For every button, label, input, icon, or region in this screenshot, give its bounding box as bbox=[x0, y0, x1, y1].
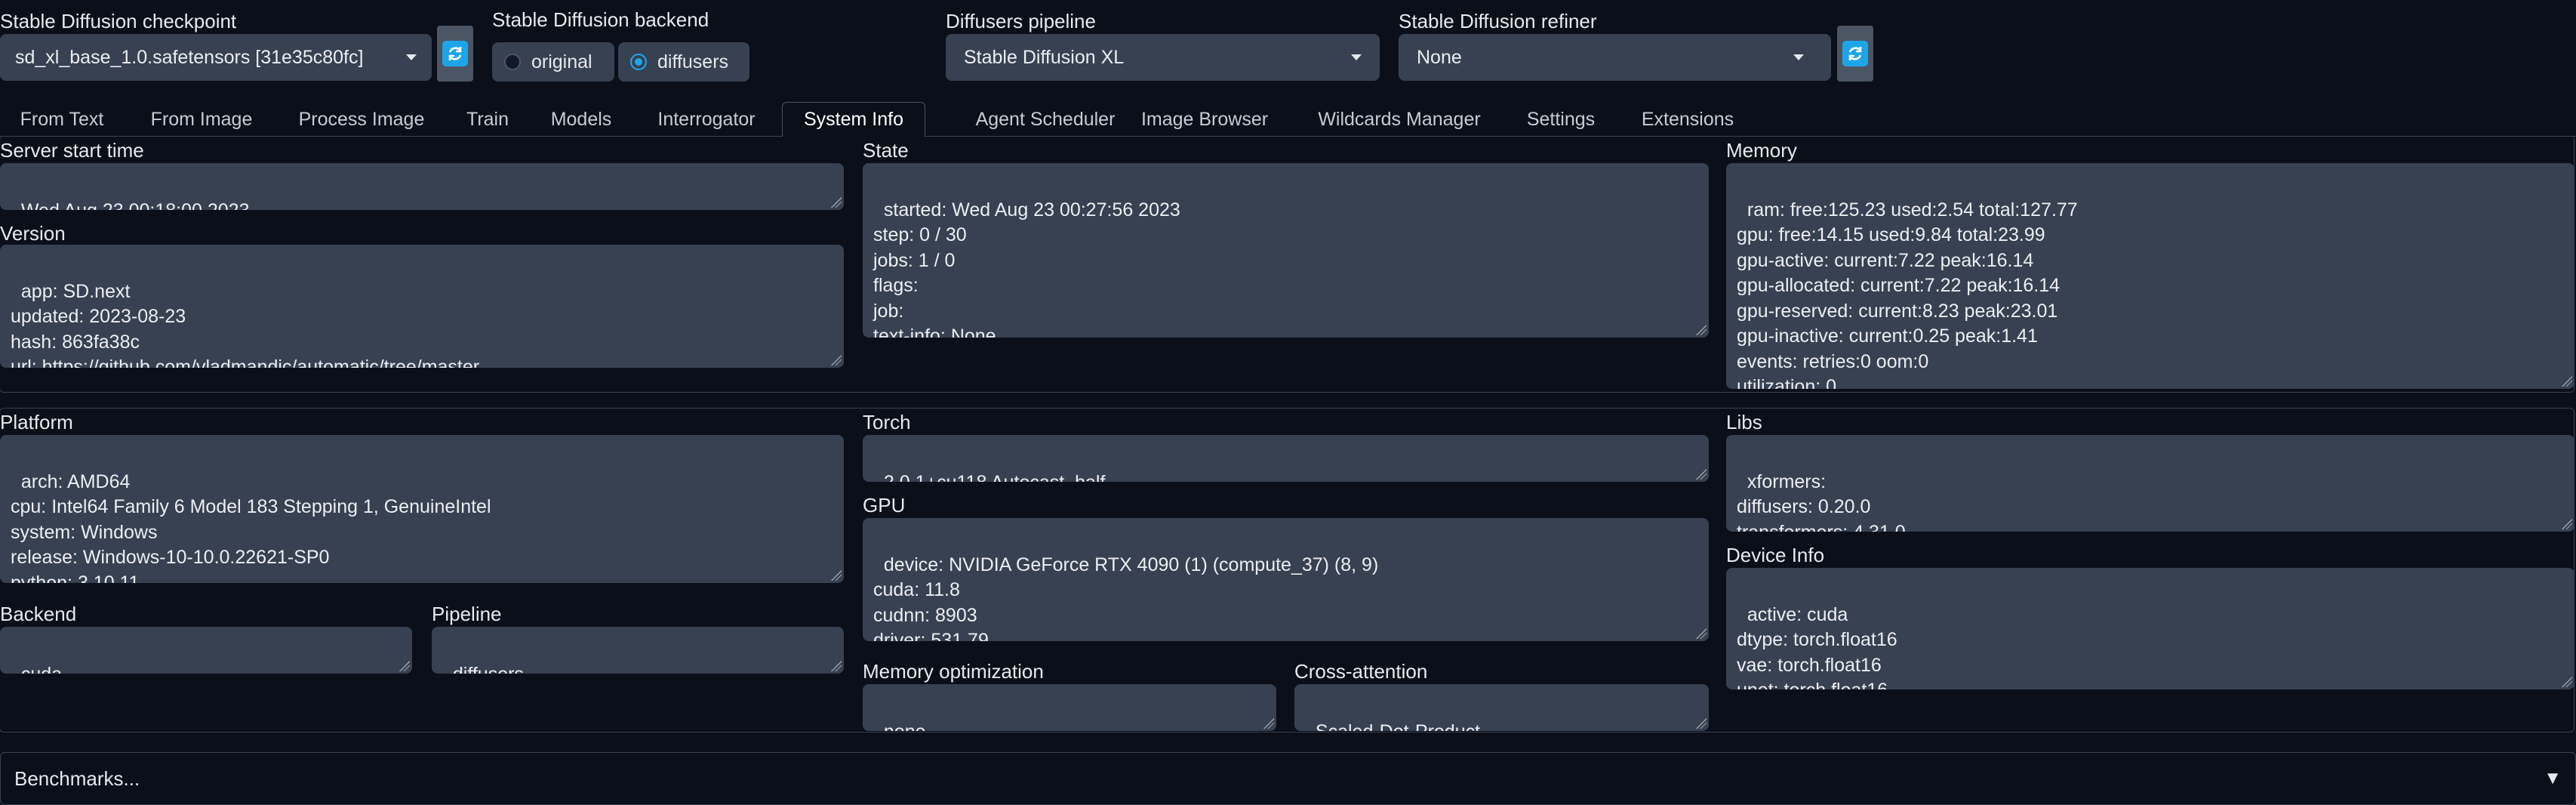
resize-grip-icon[interactable] bbox=[1694, 323, 1707, 335]
state-label: State bbox=[863, 139, 909, 162]
resize-grip-icon[interactable] bbox=[829, 196, 842, 208]
resize-grip-icon[interactable] bbox=[1262, 717, 1274, 729]
checkpoint-label: Stable Diffusion checkpoint bbox=[0, 10, 237, 32]
memory-optimization-value: none bbox=[884, 721, 926, 731]
cross-attention-field[interactable]: Scaled-Dot-Product bbox=[1294, 684, 1709, 731]
resize-grip-icon[interactable] bbox=[398, 659, 410, 671]
tab-from-image[interactable]: From Image bbox=[131, 102, 272, 137]
backend-option-label: diffusers bbox=[657, 51, 729, 72]
version-label: Version bbox=[0, 222, 66, 245]
backend-label: Stable Diffusion backend bbox=[492, 8, 709, 31]
libs-value: xformers: diffusers: 0.20.0 transformers… bbox=[1737, 470, 1906, 532]
device-info-label: Device Info bbox=[1726, 544, 1825, 566]
device-info-field[interactable]: active: cuda dtype: torch.float16 vae: t… bbox=[1726, 568, 2574, 689]
radio-checked-icon bbox=[630, 54, 647, 70]
refresh-icon bbox=[1842, 41, 1868, 66]
tab-wildcards-manager[interactable]: Wildcards Manager bbox=[1301, 102, 1497, 137]
torch-field[interactable]: 2.0.1+cu118 Autocast half bbox=[863, 435, 1709, 482]
platform-field[interactable]: arch: AMD64 cpu: Intel64 Family 6 Model … bbox=[0, 435, 844, 583]
state-value: started: Wed Aug 23 00:27:56 2023 step: … bbox=[873, 199, 1180, 338]
tab-process-image[interactable]: Process Image bbox=[281, 102, 442, 137]
resize-grip-icon[interactable] bbox=[829, 353, 842, 365]
device-info-value: active: cuda dtype: torch.float16 vae: t… bbox=[1737, 603, 1897, 690]
libs-field[interactable]: xformers: diffusers: 0.20.0 transformers… bbox=[1726, 435, 2574, 532]
gpu-value: device: NVIDIA GeForce RTX 4090 (1) (com… bbox=[873, 554, 1379, 642]
resize-grip-icon[interactable] bbox=[829, 659, 842, 671]
gpu-field[interactable]: device: NVIDIA GeForce RTX 4090 (1) (com… bbox=[863, 518, 1709, 641]
resize-grip-icon[interactable] bbox=[829, 569, 842, 581]
refresh-icon bbox=[442, 41, 468, 66]
resize-grip-icon[interactable] bbox=[1694, 467, 1707, 480]
tab-extensions[interactable]: Extensions bbox=[1624, 102, 1751, 137]
backend-info-label: Backend bbox=[0, 603, 77, 625]
torch-value: 2.0.1+cu118 Autocast half bbox=[884, 472, 1106, 482]
backend-option-diffusers[interactable]: diffusers bbox=[618, 42, 749, 82]
pipeline-dropdown[interactable]: Stable Diffusion XL bbox=[946, 34, 1380, 81]
chevron-down-icon bbox=[1793, 54, 1804, 60]
pipeline-info-value: diffusers bbox=[453, 664, 524, 674]
gpu-label: GPU bbox=[863, 494, 906, 517]
radio-icon bbox=[504, 54, 521, 70]
backend-info-value: cuda bbox=[21, 664, 62, 674]
tab-from-text[interactable]: From Text bbox=[0, 102, 124, 137]
backend-info-field[interactable]: cuda bbox=[0, 627, 412, 674]
version-field[interactable]: app: SD.next updated: 2023-08-23 hash: 8… bbox=[0, 245, 844, 368]
pipeline-label: Diffusers pipeline bbox=[946, 10, 1096, 32]
platform-label: Platform bbox=[0, 411, 73, 433]
server-start-time-label: Server start time bbox=[0, 139, 144, 162]
tab-image-browser[interactable]: Image Browser bbox=[1122, 102, 1288, 137]
memory-optimization-field[interactable]: none bbox=[863, 684, 1276, 731]
resize-grip-icon[interactable] bbox=[2560, 375, 2572, 387]
refiner-dropdown[interactable]: None bbox=[1399, 34, 1831, 81]
libs-label: Libs bbox=[1726, 411, 1762, 433]
cross-attention-value: Scaled-Dot-Product bbox=[1316, 721, 1480, 731]
main-tabs: From Text From Image Process Image Train… bbox=[0, 102, 2576, 137]
pipeline-value: Stable Diffusion XL bbox=[964, 46, 1125, 68]
benchmarks-accordion[interactable]: Benchmarks... ▼ bbox=[0, 752, 2576, 805]
tab-settings[interactable]: Settings bbox=[1508, 102, 1614, 137]
resize-grip-icon[interactable] bbox=[1694, 717, 1707, 729]
platform-value: arch: AMD64 cpu: Intel64 Family 6 Model … bbox=[11, 470, 491, 584]
chevron-down-icon bbox=[406, 54, 417, 60]
pipeline-info-field[interactable]: diffusers bbox=[432, 627, 844, 674]
resize-grip-icon[interactable] bbox=[2560, 675, 2572, 687]
checkpoint-value: sd_xl_base_1.0.safetensors [31e35c80fc] bbox=[15, 46, 364, 68]
pipeline-info-label: Pipeline bbox=[432, 603, 502, 625]
backend-option-label: original bbox=[531, 51, 592, 72]
memory-optimization-label: Memory optimization bbox=[863, 660, 1044, 683]
tab-interrogator[interactable]: Interrogator bbox=[640, 102, 773, 137]
memory-field[interactable]: ram: free:125.23 used:2.54 total:127.77 … bbox=[1726, 163, 2574, 389]
refiner-value: None bbox=[1417, 46, 1462, 68]
refresh-checkpoint-button[interactable] bbox=[437, 26, 473, 82]
caret-down-icon: ▼ bbox=[2544, 768, 2562, 788]
server-start-time-value: Wed Aug 23 00:18:00 2023 bbox=[21, 200, 250, 210]
backend-option-original[interactable]: original bbox=[492, 42, 614, 82]
memory-value: ram: free:125.23 used:2.54 total:127.77 … bbox=[1737, 199, 2078, 390]
tab-system-info[interactable]: System Info bbox=[782, 102, 925, 137]
checkpoint-dropdown[interactable]: sd_xl_base_1.0.safetensors [31e35c80fc] bbox=[0, 34, 432, 81]
refiner-label: Stable Diffusion refiner bbox=[1399, 10, 1597, 32]
memory-label: Memory bbox=[1726, 139, 1797, 162]
cross-attention-label: Cross-attention bbox=[1294, 660, 1428, 683]
benchmarks-label: Benchmarks... bbox=[14, 766, 140, 790]
version-value: app: SD.next updated: 2023-08-23 hash: 8… bbox=[11, 280, 480, 369]
state-field[interactable]: started: Wed Aug 23 00:27:56 2023 step: … bbox=[863, 163, 1709, 338]
resize-grip-icon[interactable] bbox=[2560, 517, 2572, 529]
tab-train[interactable]: Train bbox=[451, 102, 524, 137]
resize-grip-icon[interactable] bbox=[1694, 627, 1707, 639]
tab-models[interactable]: Models bbox=[534, 102, 628, 137]
torch-label: Torch bbox=[863, 411, 911, 433]
server-start-time-field[interactable]: Wed Aug 23 00:18:00 2023 bbox=[0, 163, 844, 210]
refresh-refiner-button[interactable] bbox=[1837, 26, 1873, 82]
chevron-down-icon bbox=[1351, 54, 1362, 60]
